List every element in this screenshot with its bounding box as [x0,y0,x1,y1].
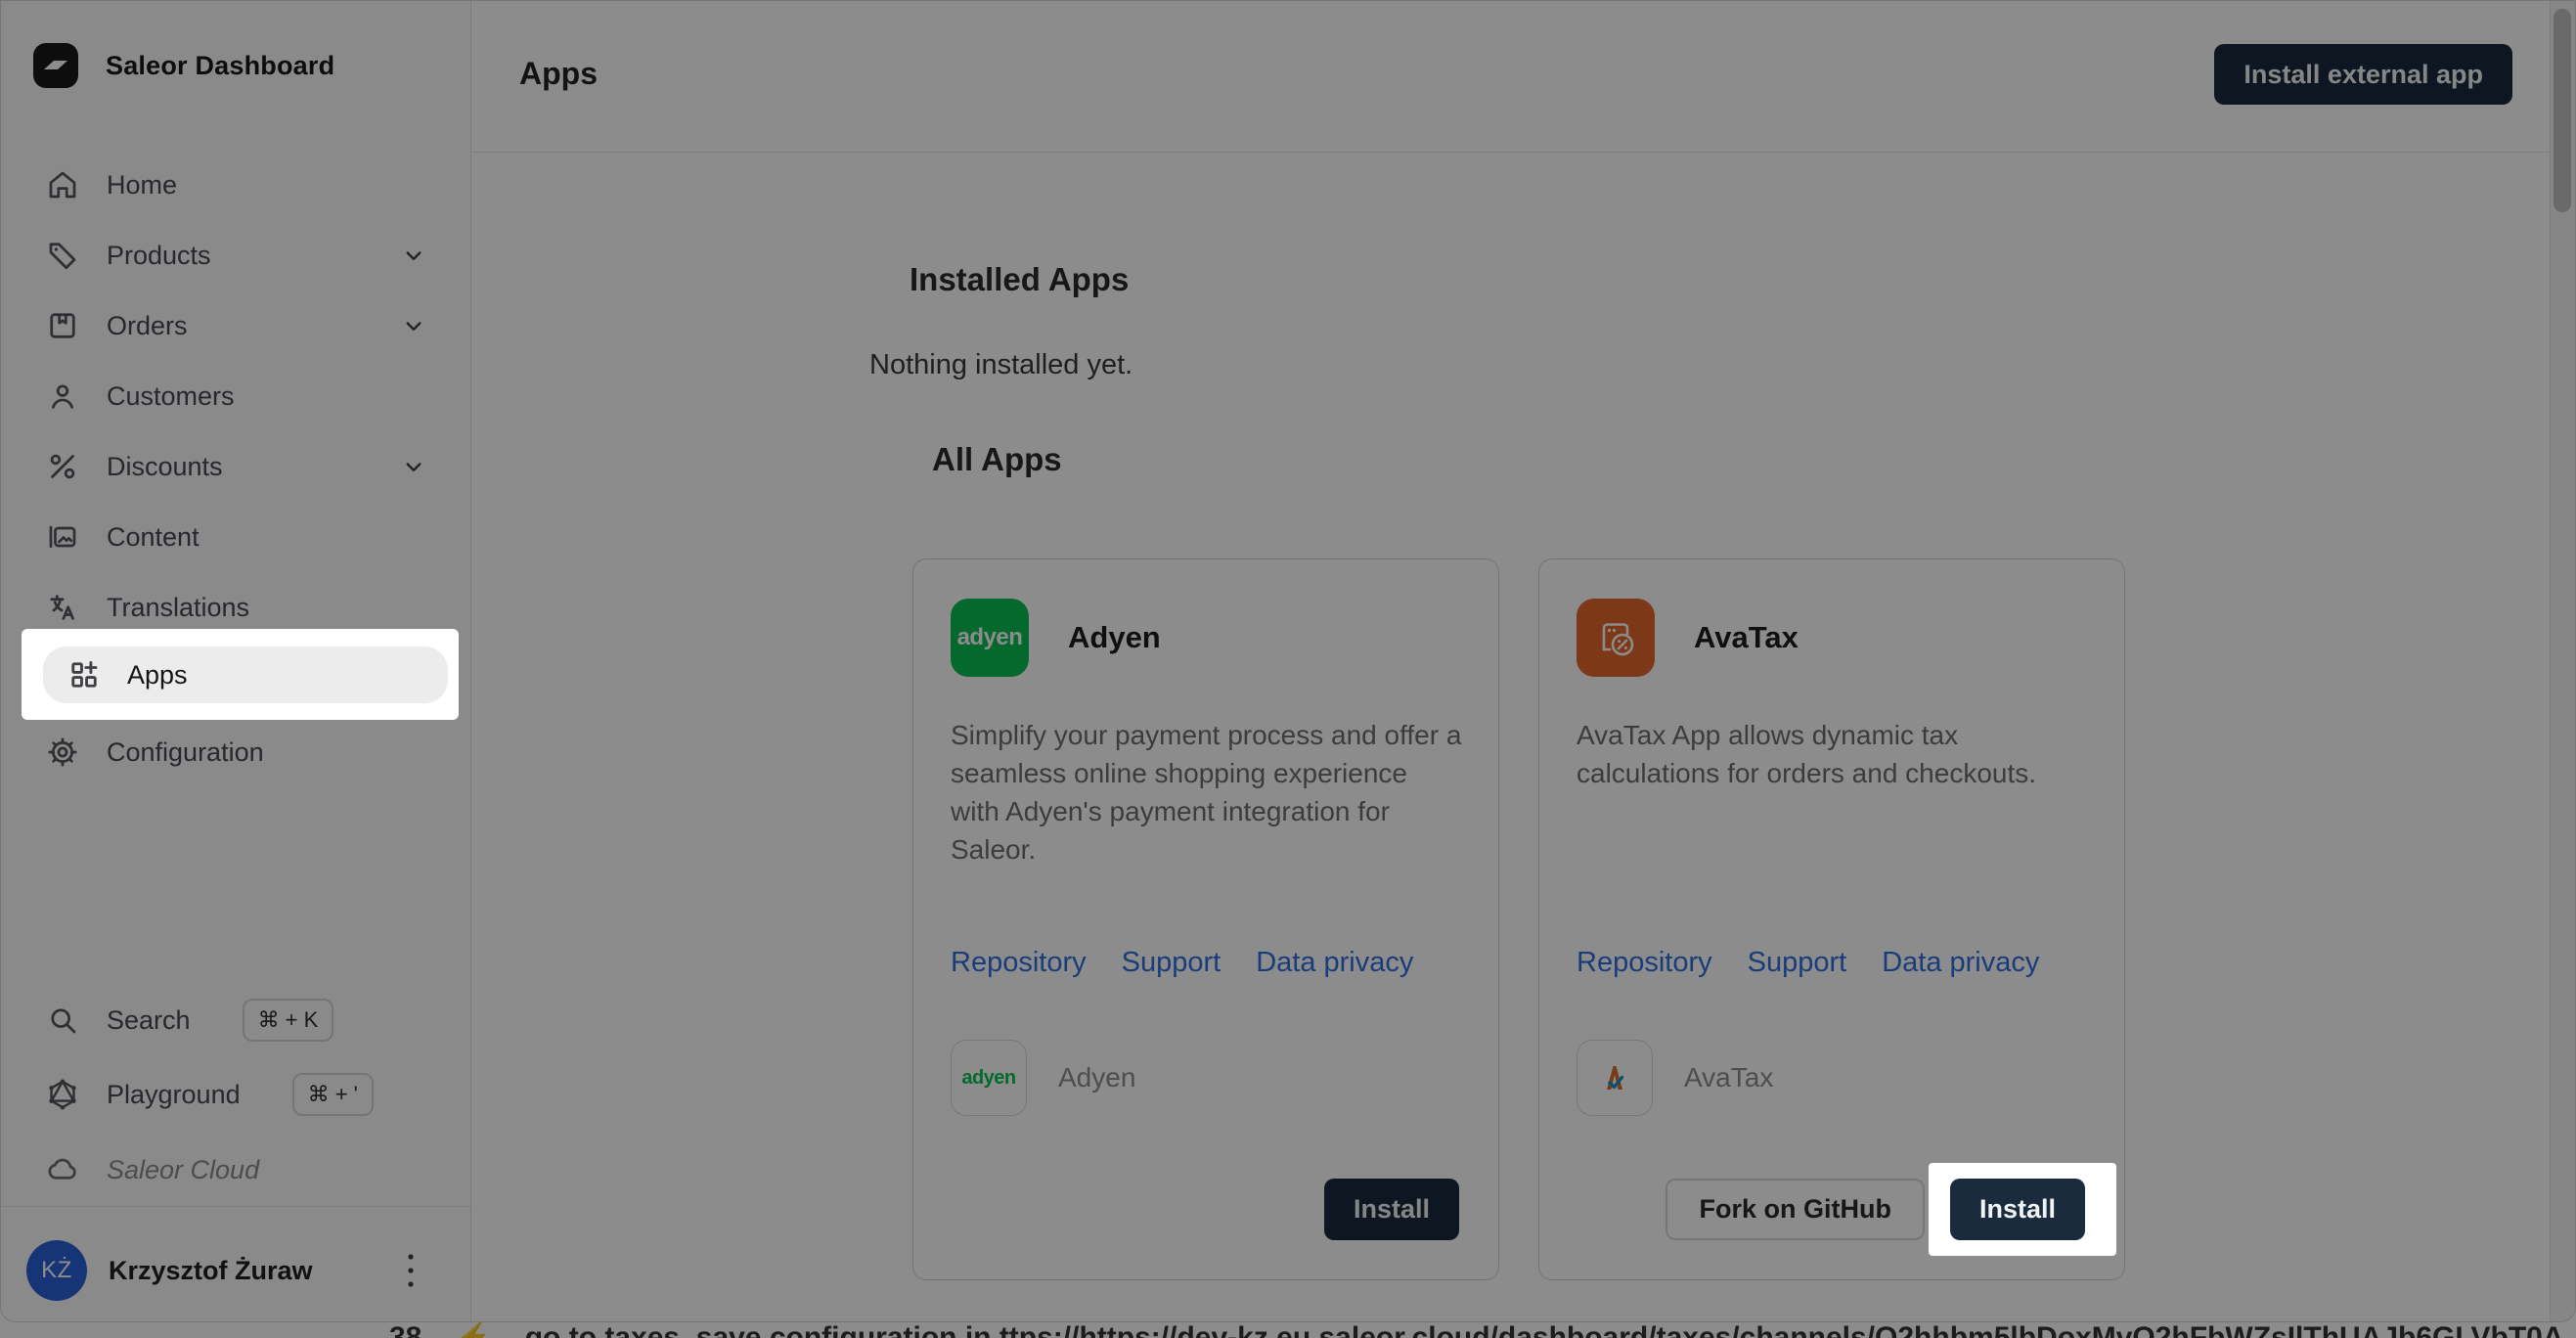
apps-grid-icon [67,657,102,692]
install-spotlight-highlight: Install [1928,1163,2116,1256]
sidebar-item-apps[interactable]: Apps [43,647,448,703]
sidebar-item-label: Apps [127,659,188,690]
apps-spotlight-highlight: Apps [22,629,459,720]
install-button-avatax[interactable]: Install [1949,1179,2085,1240]
